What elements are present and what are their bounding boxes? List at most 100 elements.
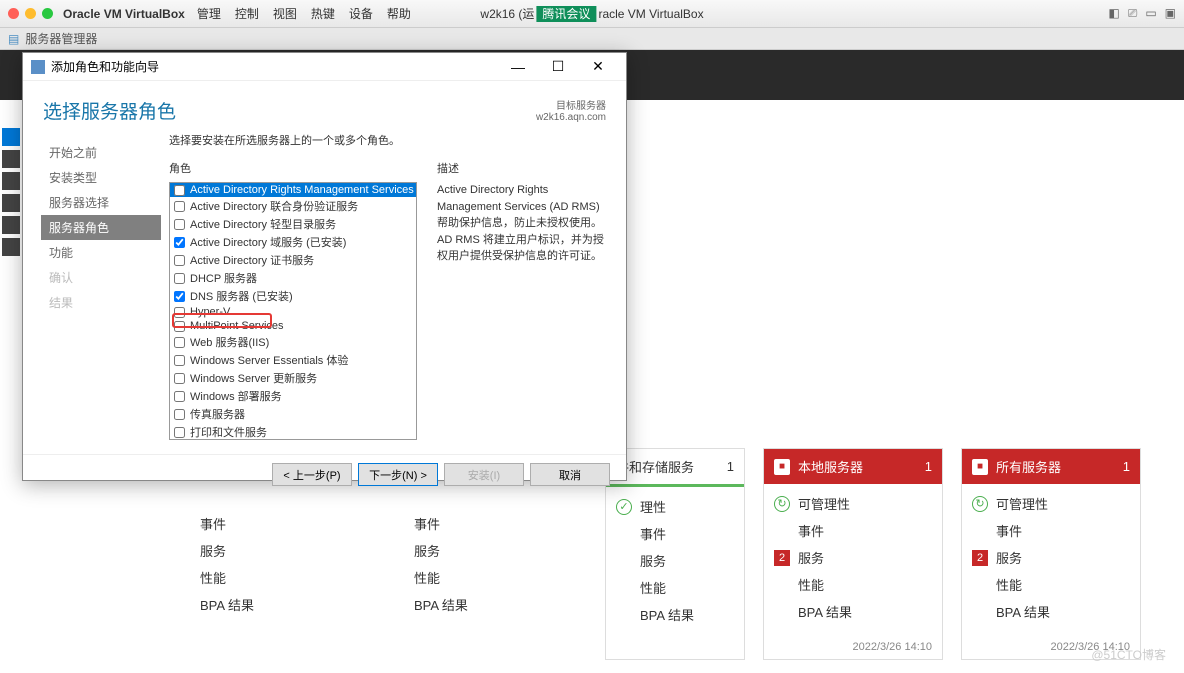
- toolbar-icon[interactable]: [2, 150, 20, 168]
- role-label: 传真服务器: [190, 406, 245, 422]
- tile-row[interactable]: 事件: [972, 517, 1130, 544]
- role-label: Windows Server Essentials 体验: [190, 352, 348, 368]
- traffic-lights: [8, 8, 53, 19]
- tray-icon[interactable]: ⎚: [1128, 6, 1138, 21]
- minimize-button[interactable]: —: [498, 54, 538, 80]
- tile-row[interactable]: BPA 结果: [200, 591, 254, 618]
- role-label: 打印和文件服务: [190, 424, 267, 440]
- next-button[interactable]: 下一步(N) >: [358, 463, 438, 486]
- role-item[interactable]: Hyper-V: [170, 305, 416, 319]
- menu-item[interactable]: 帮助: [387, 5, 411, 22]
- role-item[interactable]: Active Directory 联合身份验证服务: [170, 197, 416, 215]
- tile-row[interactable]: 事件: [414, 510, 468, 537]
- role-checkbox[interactable]: [174, 237, 185, 248]
- tile-row[interactable]: 性能: [972, 571, 1130, 598]
- role-checkbox[interactable]: [174, 185, 185, 196]
- tile-row[interactable]: 性能: [616, 574, 734, 601]
- role-label: Active Directory 轻型目录服务: [190, 216, 336, 232]
- nav-install-type[interactable]: 安装类型: [41, 165, 161, 190]
- tile-title: 本地服务器: [798, 457, 863, 476]
- toolbar-icon[interactable]: [2, 172, 20, 190]
- role-checkbox[interactable]: [174, 427, 185, 438]
- role-item[interactable]: Windows 部署服务: [170, 387, 416, 405]
- close-button[interactable]: ✕: [578, 54, 618, 80]
- role-checkbox[interactable]: [174, 255, 185, 266]
- tile-row[interactable]: 性能: [774, 571, 932, 598]
- role-checkbox[interactable]: [174, 409, 185, 420]
- tile-row[interactable]: BPA 结果: [972, 598, 1130, 625]
- close-icon[interactable]: [8, 8, 19, 19]
- role-checkbox[interactable]: [174, 201, 185, 212]
- role-item[interactable]: Windows Server Essentials 体验: [170, 351, 416, 369]
- role-item[interactable]: Active Directory 域服务 (已安装): [170, 233, 416, 251]
- tile-row[interactable]: BPA 结果: [616, 601, 734, 628]
- role-item[interactable]: DHCP 服务器: [170, 269, 416, 287]
- role-checkbox[interactable]: [174, 337, 185, 348]
- tile-row[interactable]: 2服务: [774, 544, 932, 571]
- menu-item[interactable]: 管理: [197, 5, 221, 22]
- menu-item[interactable]: 设备: [349, 5, 373, 22]
- nav-before-begin[interactable]: 开始之前: [41, 140, 161, 165]
- nav-server-selection[interactable]: 服务器选择: [41, 190, 161, 215]
- tile-row[interactable]: BPA 结果: [414, 591, 468, 618]
- tile-header: ■ 本地服务器 1: [764, 449, 942, 484]
- prev-button[interactable]: < 上一步(P): [272, 463, 352, 486]
- role-item[interactable]: Web 服务器(IIS): [170, 333, 416, 351]
- tile-row[interactable]: BPA 结果: [774, 598, 932, 625]
- tile-row[interactable]: ↻可管理性: [972, 490, 1130, 517]
- role-checkbox[interactable]: [174, 373, 185, 384]
- role-checkbox[interactable]: [174, 273, 185, 284]
- role-item[interactable]: Active Directory Rights Management Servi…: [170, 183, 416, 197]
- role-checkbox[interactable]: [174, 355, 185, 366]
- maximize-button[interactable]: ☐: [538, 54, 578, 80]
- tile-row[interactable]: 事件: [774, 517, 932, 544]
- role-checkbox[interactable]: [174, 321, 185, 332]
- dashboard-tile-all-servers[interactable]: ■ 所有服务器 1 ↻可管理性 事件 2服务 性能 BPA 结果 2022/3/…: [961, 448, 1141, 660]
- nav-features[interactable]: 功能: [41, 240, 161, 265]
- dashboard-tile-local-server[interactable]: ■ 本地服务器 1 ↻可管理性 事件 2服务 性能 BPA 结果 2022/3/…: [763, 448, 943, 660]
- menu-item[interactable]: 热键: [311, 5, 335, 22]
- minimize-icon[interactable]: [25, 8, 36, 19]
- toolbar-icon[interactable]: [2, 128, 20, 146]
- nav-server-roles[interactable]: 服务器角色: [41, 215, 161, 240]
- tray-icon[interactable]: ◧: [1108, 6, 1119, 21]
- cancel-button[interactable]: 取消: [530, 463, 610, 486]
- role-label: DNS 服务器 (已安装): [190, 288, 293, 304]
- tile-row[interactable]: 事件: [200, 510, 254, 537]
- role-item[interactable]: Active Directory 轻型目录服务: [170, 215, 416, 233]
- tile-row[interactable]: 事件: [616, 520, 734, 547]
- role-checkbox[interactable]: [174, 219, 185, 230]
- role-item[interactable]: MultiPoint Services: [170, 319, 416, 333]
- toolbar-icon[interactable]: [2, 194, 20, 212]
- role-item[interactable]: 打印和文件服务: [170, 423, 416, 440]
- tile-title: 件和存储服务: [616, 457, 694, 476]
- tile-row[interactable]: 服务: [414, 537, 468, 564]
- status-ok-icon: ✓: [616, 499, 632, 515]
- menu-item[interactable]: 控制: [235, 5, 259, 22]
- role-item[interactable]: DNS 服务器 (已安装): [170, 287, 416, 305]
- tray-icon[interactable]: ▣: [1165, 6, 1176, 21]
- role-item[interactable]: Windows Server 更新服务: [170, 369, 416, 387]
- tray-icon[interactable]: ▭: [1145, 6, 1156, 21]
- toolbar-icon[interactable]: [2, 216, 20, 234]
- tile-row[interactable]: 2服务: [972, 544, 1130, 571]
- tile-row[interactable]: 服务: [200, 537, 254, 564]
- tile-row[interactable]: 性能: [200, 564, 254, 591]
- role-item[interactable]: Active Directory 证书服务: [170, 251, 416, 269]
- role-checkbox[interactable]: [174, 307, 185, 318]
- wizard-titlebar[interactable]: 添加角色和功能向导 — ☐ ✕: [23, 53, 626, 81]
- roles-list[interactable]: Active Directory Rights Management Servi…: [169, 182, 417, 440]
- role-item[interactable]: 传真服务器: [170, 405, 416, 423]
- tile-row[interactable]: 性能: [414, 564, 468, 591]
- role-label: Hyper-V: [190, 306, 230, 318]
- menu-item[interactable]: 视图: [273, 5, 297, 22]
- role-checkbox[interactable]: [174, 391, 185, 402]
- role-label: DHCP 服务器: [190, 270, 257, 286]
- toolbar-icon[interactable]: [2, 238, 20, 256]
- tile-row[interactable]: 服务: [616, 547, 734, 574]
- tile-row[interactable]: ✓理性: [616, 493, 734, 520]
- tile-row[interactable]: ↻可管理性: [774, 490, 932, 517]
- role-checkbox[interactable]: [174, 291, 185, 302]
- status-warn-icon: 2: [972, 550, 988, 566]
- fullscreen-icon[interactable]: [42, 8, 53, 19]
